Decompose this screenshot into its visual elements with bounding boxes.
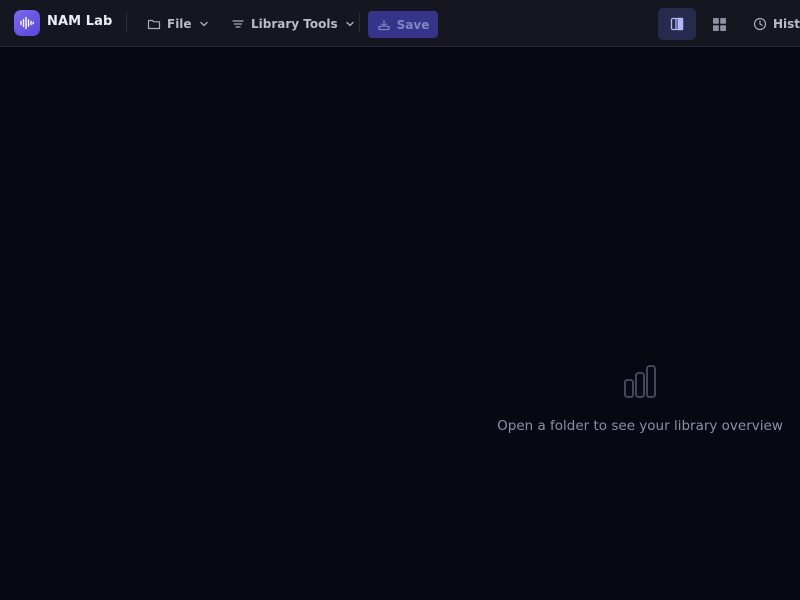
folder-icon: [147, 17, 161, 31]
toolbar-divider: [359, 13, 360, 33]
chevron-down-icon: [345, 19, 355, 29]
save-button-label: Save: [396, 17, 430, 32]
history-button-label: History: [773, 16, 800, 31]
columns-view-button[interactable]: [658, 8, 696, 40]
app-window: NAM Lab File Library Tools Save Hist Ope…: [0, 0, 800, 600]
columns-icon: [670, 17, 684, 31]
top-toolbar: NAM Lab File Library Tools Save Hist: [0, 0, 800, 47]
bar-chart-icon: [624, 365, 656, 398]
app-title: NAM Lab: [47, 14, 113, 29]
save-icon: [377, 18, 391, 32]
empty-state: Open a folder to see your library overvi…: [480, 364, 800, 434]
history-button[interactable]: History: [753, 9, 800, 38]
chevron-down-icon: [199, 19, 209, 29]
clock-icon: [753, 17, 767, 31]
waveform-icon: [20, 16, 34, 30]
toolbar-divider: [126, 13, 127, 33]
empty-state-message: Open a folder to see your library overvi…: [497, 418, 783, 434]
file-menu[interactable]: File: [147, 9, 209, 38]
grid-view-button[interactable]: [700, 8, 738, 40]
save-button[interactable]: Save: [368, 11, 438, 38]
file-menu-label: File: [167, 16, 192, 31]
library-tools-label: Library Tools: [251, 16, 338, 31]
library-tools-menu[interactable]: Library Tools: [231, 9, 355, 38]
grid-icon: [712, 17, 726, 31]
app-logo: [14, 10, 40, 36]
filter-icon: [231, 17, 245, 31]
